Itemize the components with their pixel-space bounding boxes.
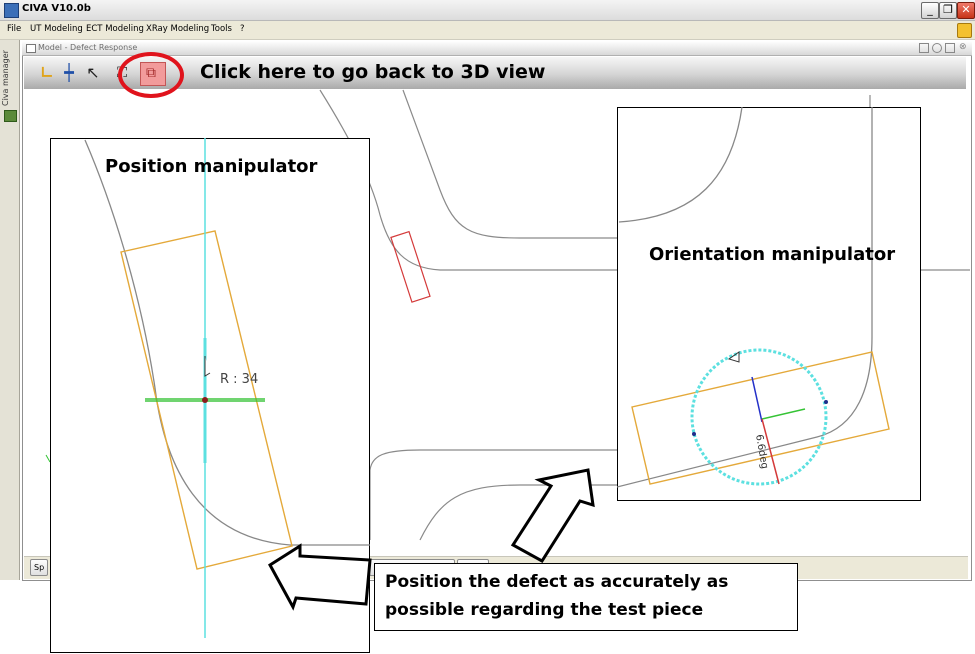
radius-readout: R : 34 xyxy=(220,372,259,387)
piece-contour-mid xyxy=(402,89,620,239)
orientation-panel-title: Orientation manipulator xyxy=(649,244,896,265)
tangent-axis xyxy=(761,408,806,420)
normal-axis xyxy=(751,376,763,423)
piece-contour-lower xyxy=(369,449,620,540)
manipulator-center[interactable] xyxy=(202,397,208,403)
position-panel-title: Position manipulator xyxy=(105,156,318,177)
piece-contour xyxy=(84,139,370,546)
mouse-cursor-icon xyxy=(204,356,211,377)
orientation-view[interactable]: 6.6deg xyxy=(617,107,921,501)
instruction-note: Position the defect as accurately as pos… xyxy=(374,563,798,631)
piece-contour-bottom xyxy=(419,484,620,541)
ring-handle-right[interactable] xyxy=(824,400,828,404)
red-defect[interactable] xyxy=(390,230,431,303)
note-line-1: Position the defect as accurately as xyxy=(385,572,729,592)
note-line-2: possible regarding the test piece xyxy=(385,600,704,620)
piece-contour-right xyxy=(617,107,873,488)
position-view[interactable] xyxy=(50,138,370,653)
ring-handle-left[interactable] xyxy=(692,432,696,436)
piece-contour-arc xyxy=(618,107,743,223)
